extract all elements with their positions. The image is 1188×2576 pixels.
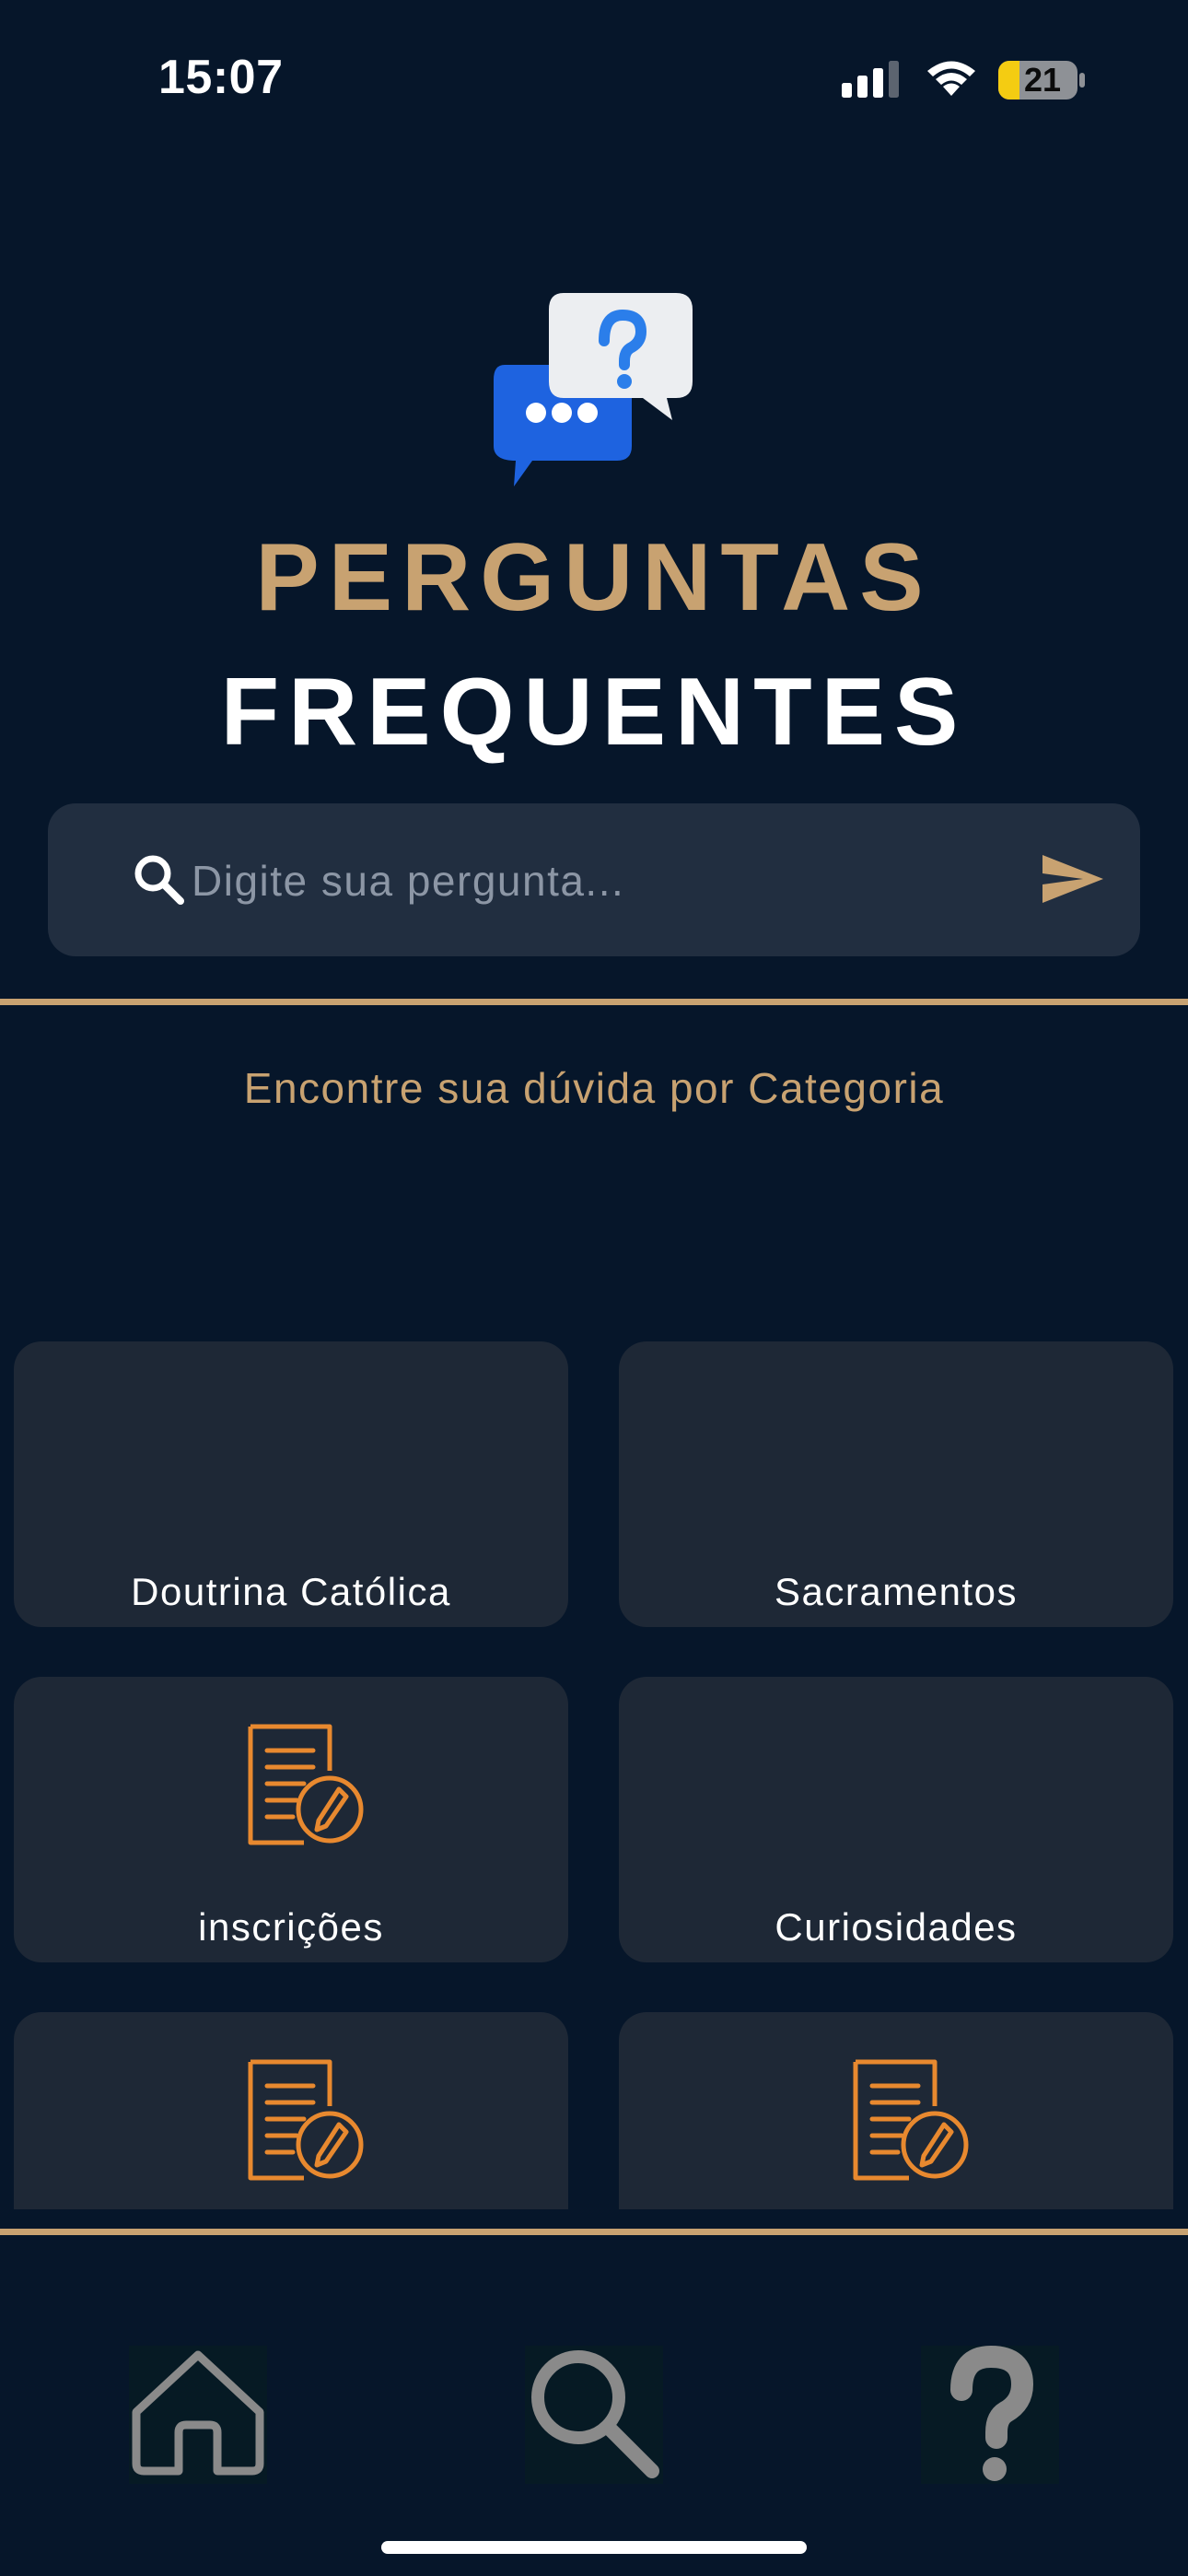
category-card-sacramentos[interactable]: Sacramentos [619,1341,1173,1627]
home-indicator[interactable] [381,2541,807,2554]
category-label: inscrições [198,1905,384,1949]
question-mark-icon [950,2346,1034,2481]
form-edit-icon [248,1724,364,1845]
nav-help-button[interactable] [921,2346,1059,2484]
faq-chat-bubbles-icon [494,293,693,486]
nav-home-button[interactable] [129,2346,267,2484]
category-heading: Encontre sua dúvida por Categoria [243,1064,945,1112]
signal-icon [842,61,899,98]
category-card-curiosidades[interactable]: Curiosidades [619,1677,1173,1962]
page-title-line1: PERGUNTAS [255,524,933,631]
status-time: 15:07 [158,51,284,104]
divider-top [0,999,1188,1005]
form-edit-icon [248,2059,364,2181]
search-icon [531,2350,659,2478]
nav-search-button[interactable] [525,2346,663,2484]
category-card-6[interactable] [619,2012,1173,2209]
category-label: Doutrina Católica [131,1570,451,1613]
search-bar[interactable] [48,803,1140,956]
search-icon [134,855,184,905]
search-input[interactable] [190,840,1059,921]
battery-level: 21 [1023,61,1062,99]
category-card-inscricoes[interactable]: inscrições [14,1677,568,1962]
category-label: Curiosidades [775,1905,1018,1949]
category-label: Sacramentos [775,1570,1018,1613]
form-edit-icon [853,2059,969,2181]
send-icon[interactable] [1041,851,1105,907]
page-title-line2: FREQUENTES [220,659,968,766]
home-icon [132,2350,264,2476]
divider-bottom [0,2229,1188,2235]
category-card-doutrina-catolica[interactable]: Doutrina Católica [14,1341,568,1627]
wifi-icon [927,61,975,96]
category-card-5[interactable] [14,2012,568,2209]
category-grid[interactable]: Doutrina Católica Sacramentos inscrições… [0,1308,1188,2209]
